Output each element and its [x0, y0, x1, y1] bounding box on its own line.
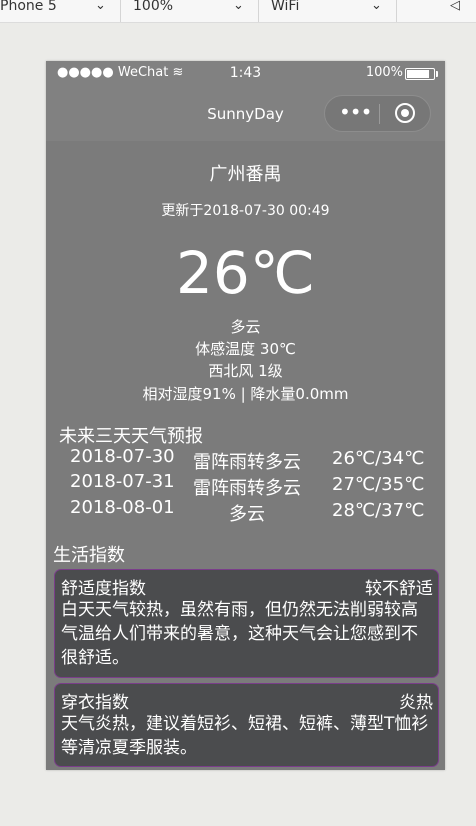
city-name: 广州番禺	[209, 164, 282, 185]
forecast-temp: 27℃/35℃	[332, 474, 425, 495]
feels-like: 体感温度 30℃	[195, 340, 296, 358]
index-description: 天气炎热，建议着短衫、短裙、短裤、薄型T恤衫等清凉夏季服装。	[61, 714, 429, 758]
miniprogram-capsule: •••	[324, 95, 431, 132]
index-level: 较不舒适	[365, 579, 433, 599]
nav-header: ●●●●● WeChat ≋ 1:43 100% SunnyDay •••	[46, 61, 445, 141]
speaker-icon[interactable]: ◁	[450, 0, 460, 13]
forecast-temp: 28℃/37℃	[332, 500, 425, 521]
device-select[interactable]: Phone 5	[0, 0, 57, 22]
network-select[interactable]: WiFi	[271, 0, 299, 22]
capsule-divider	[379, 104, 380, 124]
forecast-row: 2018-07-31 雷阵雨转多云 27℃/35℃	[46, 471, 445, 499]
forecast-title: 未来三天天气预报	[59, 426, 203, 447]
forecast-date: 2018-07-30	[70, 446, 175, 467]
forecast-temp: 26℃/34℃	[332, 448, 425, 469]
weather-condition: 多云	[230, 318, 261, 336]
forecast-date: 2018-08-01	[70, 497, 175, 518]
life-index-card: 舒适度指数 较不舒适 白天天气较热，虽然有雨，但仍然无法削弱较高气温给人们带来的…	[54, 569, 439, 678]
card-header: 舒适度指数 较不舒适	[61, 574, 433, 599]
toolbar-divider	[258, 0, 259, 22]
forecast-desc: 多云	[229, 504, 265, 525]
phone-simulator: ●●●●● WeChat ≋ 1:43 100% SunnyDay ••• 广州…	[46, 61, 445, 770]
life-index-title: 生活指数	[53, 545, 125, 566]
card-header: 穿衣指数 炎热	[61, 688, 433, 713]
forecast-date: 2018-07-31	[70, 471, 175, 492]
toolbar-divider	[120, 0, 121, 22]
current-temperature: 26℃	[176, 239, 315, 307]
index-description: 白天天气较热，虽然有雨，但仍然无法削弱较高气温给人们带来的暑意，这种天气会让您感…	[61, 600, 418, 668]
forecast-row: 2018-07-30 雷阵雨转多云 26℃/34℃	[46, 446, 445, 473]
index-name: 穿衣指数	[61, 693, 129, 713]
forecast-row: 2018-08-01 多云 28℃/37℃	[46, 497, 445, 525]
status-bar: ●●●●● WeChat ≋ 1:43 100%	[46, 61, 445, 85]
index-level: 炎热	[399, 693, 433, 713]
life-index-card: 穿衣指数 炎热 天气炎热，建议着短衫、短裙、短裤、薄型T恤衫等清凉夏季服装。	[54, 683, 439, 767]
chevron-down-icon[interactable]: ⌄	[371, 0, 382, 13]
wind-info: 西北风 1级	[208, 362, 283, 380]
more-icon[interactable]: •••	[339, 100, 372, 124]
battery-icon	[405, 68, 438, 80]
update-time: 更新于2018-07-30 00:49	[161, 203, 330, 219]
chevron-down-icon[interactable]: ⌄	[233, 0, 244, 13]
close-target-icon[interactable]	[395, 103, 415, 123]
toolbar-divider	[396, 0, 397, 22]
zoom-select[interactable]: 100%	[133, 0, 173, 22]
humidity-precip: 相对湿度91% | 降水量0.0mm	[142, 385, 349, 403]
chevron-down-icon[interactable]: ⌄	[95, 0, 106, 13]
battery-percent: 100%	[365, 65, 403, 80]
devtools-toolbar: Phone 5 ⌄ 100% ⌄ WiFi ⌄ ◁	[0, 0, 476, 23]
index-name: 舒适度指数	[61, 579, 146, 599]
